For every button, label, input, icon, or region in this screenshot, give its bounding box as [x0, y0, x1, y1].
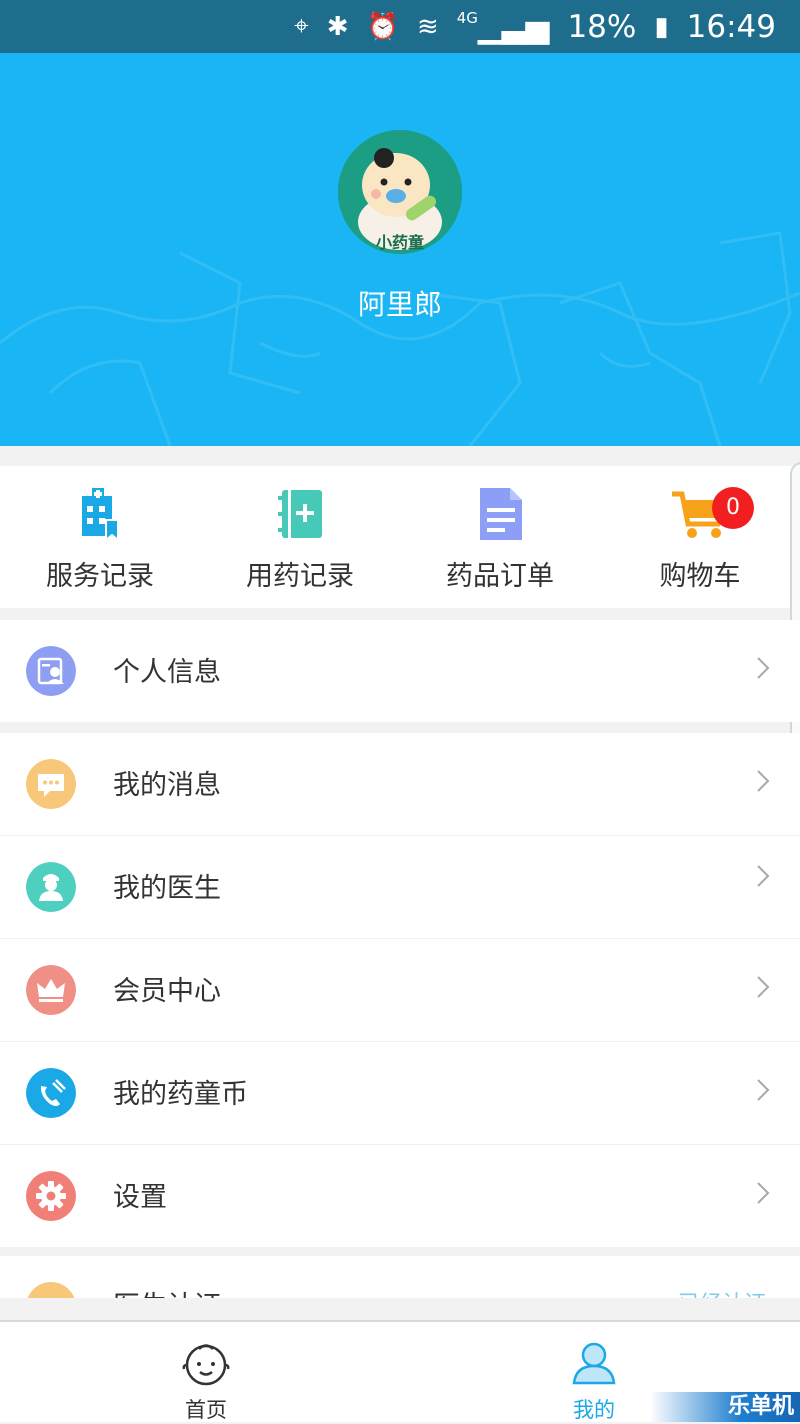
network-type: 4G▁▃▅: [456, 8, 550, 45]
chevron-right-icon: [757, 657, 770, 679]
doctor-certification-label: 医生认证: [113, 1284, 221, 1298]
cart-count-badge: 0: [712, 487, 754, 529]
location-icon: ⌖: [294, 11, 309, 41]
avatar-caption: 小药童: [376, 233, 424, 252]
personal-info-label: 个人信息: [113, 657, 221, 688]
gear-icon: [26, 1171, 76, 1221]
medicine-order-label: 药品订单: [446, 561, 554, 592]
hospital-icon: [82, 488, 119, 542]
user-icon: [572, 1342, 616, 1385]
shopping-cart-label: 购物车: [659, 561, 741, 592]
menu-group-main: 我的消息 我的医生 会员中心 我的药童币 设置: [0, 733, 800, 1247]
chevron-right-icon: [757, 865, 770, 887]
signal-icon: ▁▃▅: [477, 8, 550, 45]
message-icon: [26, 759, 76, 809]
medicine-record-icon: [278, 490, 322, 538]
nav-home-label: 首页: [185, 1398, 227, 1422]
chevron-right-icon: [757, 1182, 770, 1204]
chevron-right-icon: [757, 976, 770, 998]
nav-home[interactable]: 首页: [96, 1322, 316, 1422]
baby-face-icon: [182, 1344, 230, 1386]
medication-record-button[interactable]: 用药记录: [200, 466, 400, 608]
phone-coin-icon: [26, 1068, 76, 1118]
service-record-label: 服务记录: [46, 561, 154, 592]
clock: 16:49: [686, 8, 776, 45]
menu-item-my-doctor[interactable]: 我的医生: [0, 836, 800, 939]
medication-record-label: 用药记录: [246, 561, 354, 592]
avatar[interactable]: 小药童: [338, 130, 462, 254]
status-bar: ⌖ ✱ ⏰ ≋ 4G▁▃▅ 18% ▮ 16:49: [0, 0, 800, 53]
order-document-icon: [480, 488, 522, 540]
certification-status: 已经认证: [678, 1286, 766, 1298]
certification-icon: [26, 1282, 76, 1298]
service-record-button[interactable]: 服务记录: [0, 466, 200, 608]
menu-item-personal-info[interactable]: 个人信息: [0, 620, 800, 722]
coins-label: 我的药童币: [113, 1079, 248, 1110]
menu-item-doctor-certification[interactable]: 医生认证 已经认证: [0, 1256, 800, 1298]
quick-actions-bar: 服务记录 用药记录 药品订单 购物车: [0, 466, 800, 608]
bluetooth-icon: ✱: [326, 11, 349, 42]
menu-item-member-center[interactable]: 会员中心: [0, 939, 800, 1042]
my-messages-label: 我的消息: [113, 770, 221, 801]
alarm-icon: ⏰: [366, 11, 399, 42]
battery-percent: 18%: [567, 8, 637, 45]
personal-info-icon: [26, 646, 76, 696]
my-doctor-label: 我的医生: [113, 873, 221, 904]
medicine-order-button[interactable]: 药品订单: [400, 466, 600, 608]
menu-group-profile: 个人信息: [0, 620, 800, 722]
shopping-cart-button[interactable]: 购物车: [600, 466, 800, 608]
menu-item-settings[interactable]: 设置: [0, 1145, 800, 1247]
crown-icon: [26, 965, 76, 1015]
menu-item-coins[interactable]: 我的药童币: [0, 1042, 800, 1145]
profile-header: 小药童 阿里郎: [0, 53, 800, 446]
baby-avatar-icon: 小药童: [338, 130, 462, 254]
menu-item-my-messages[interactable]: 我的消息: [0, 733, 800, 836]
doctor-icon: [26, 862, 76, 912]
settings-label: 设置: [113, 1182, 167, 1213]
chevron-right-icon: [757, 770, 770, 792]
member-center-label: 会员中心: [113, 976, 221, 1007]
wifi-icon: ≋: [416, 11, 439, 42]
battery-icon: ▮: [654, 11, 669, 42]
watermark: 乐单机: [650, 1392, 800, 1422]
username: 阿里郎: [357, 288, 442, 321]
chevron-right-icon: [757, 1079, 770, 1101]
